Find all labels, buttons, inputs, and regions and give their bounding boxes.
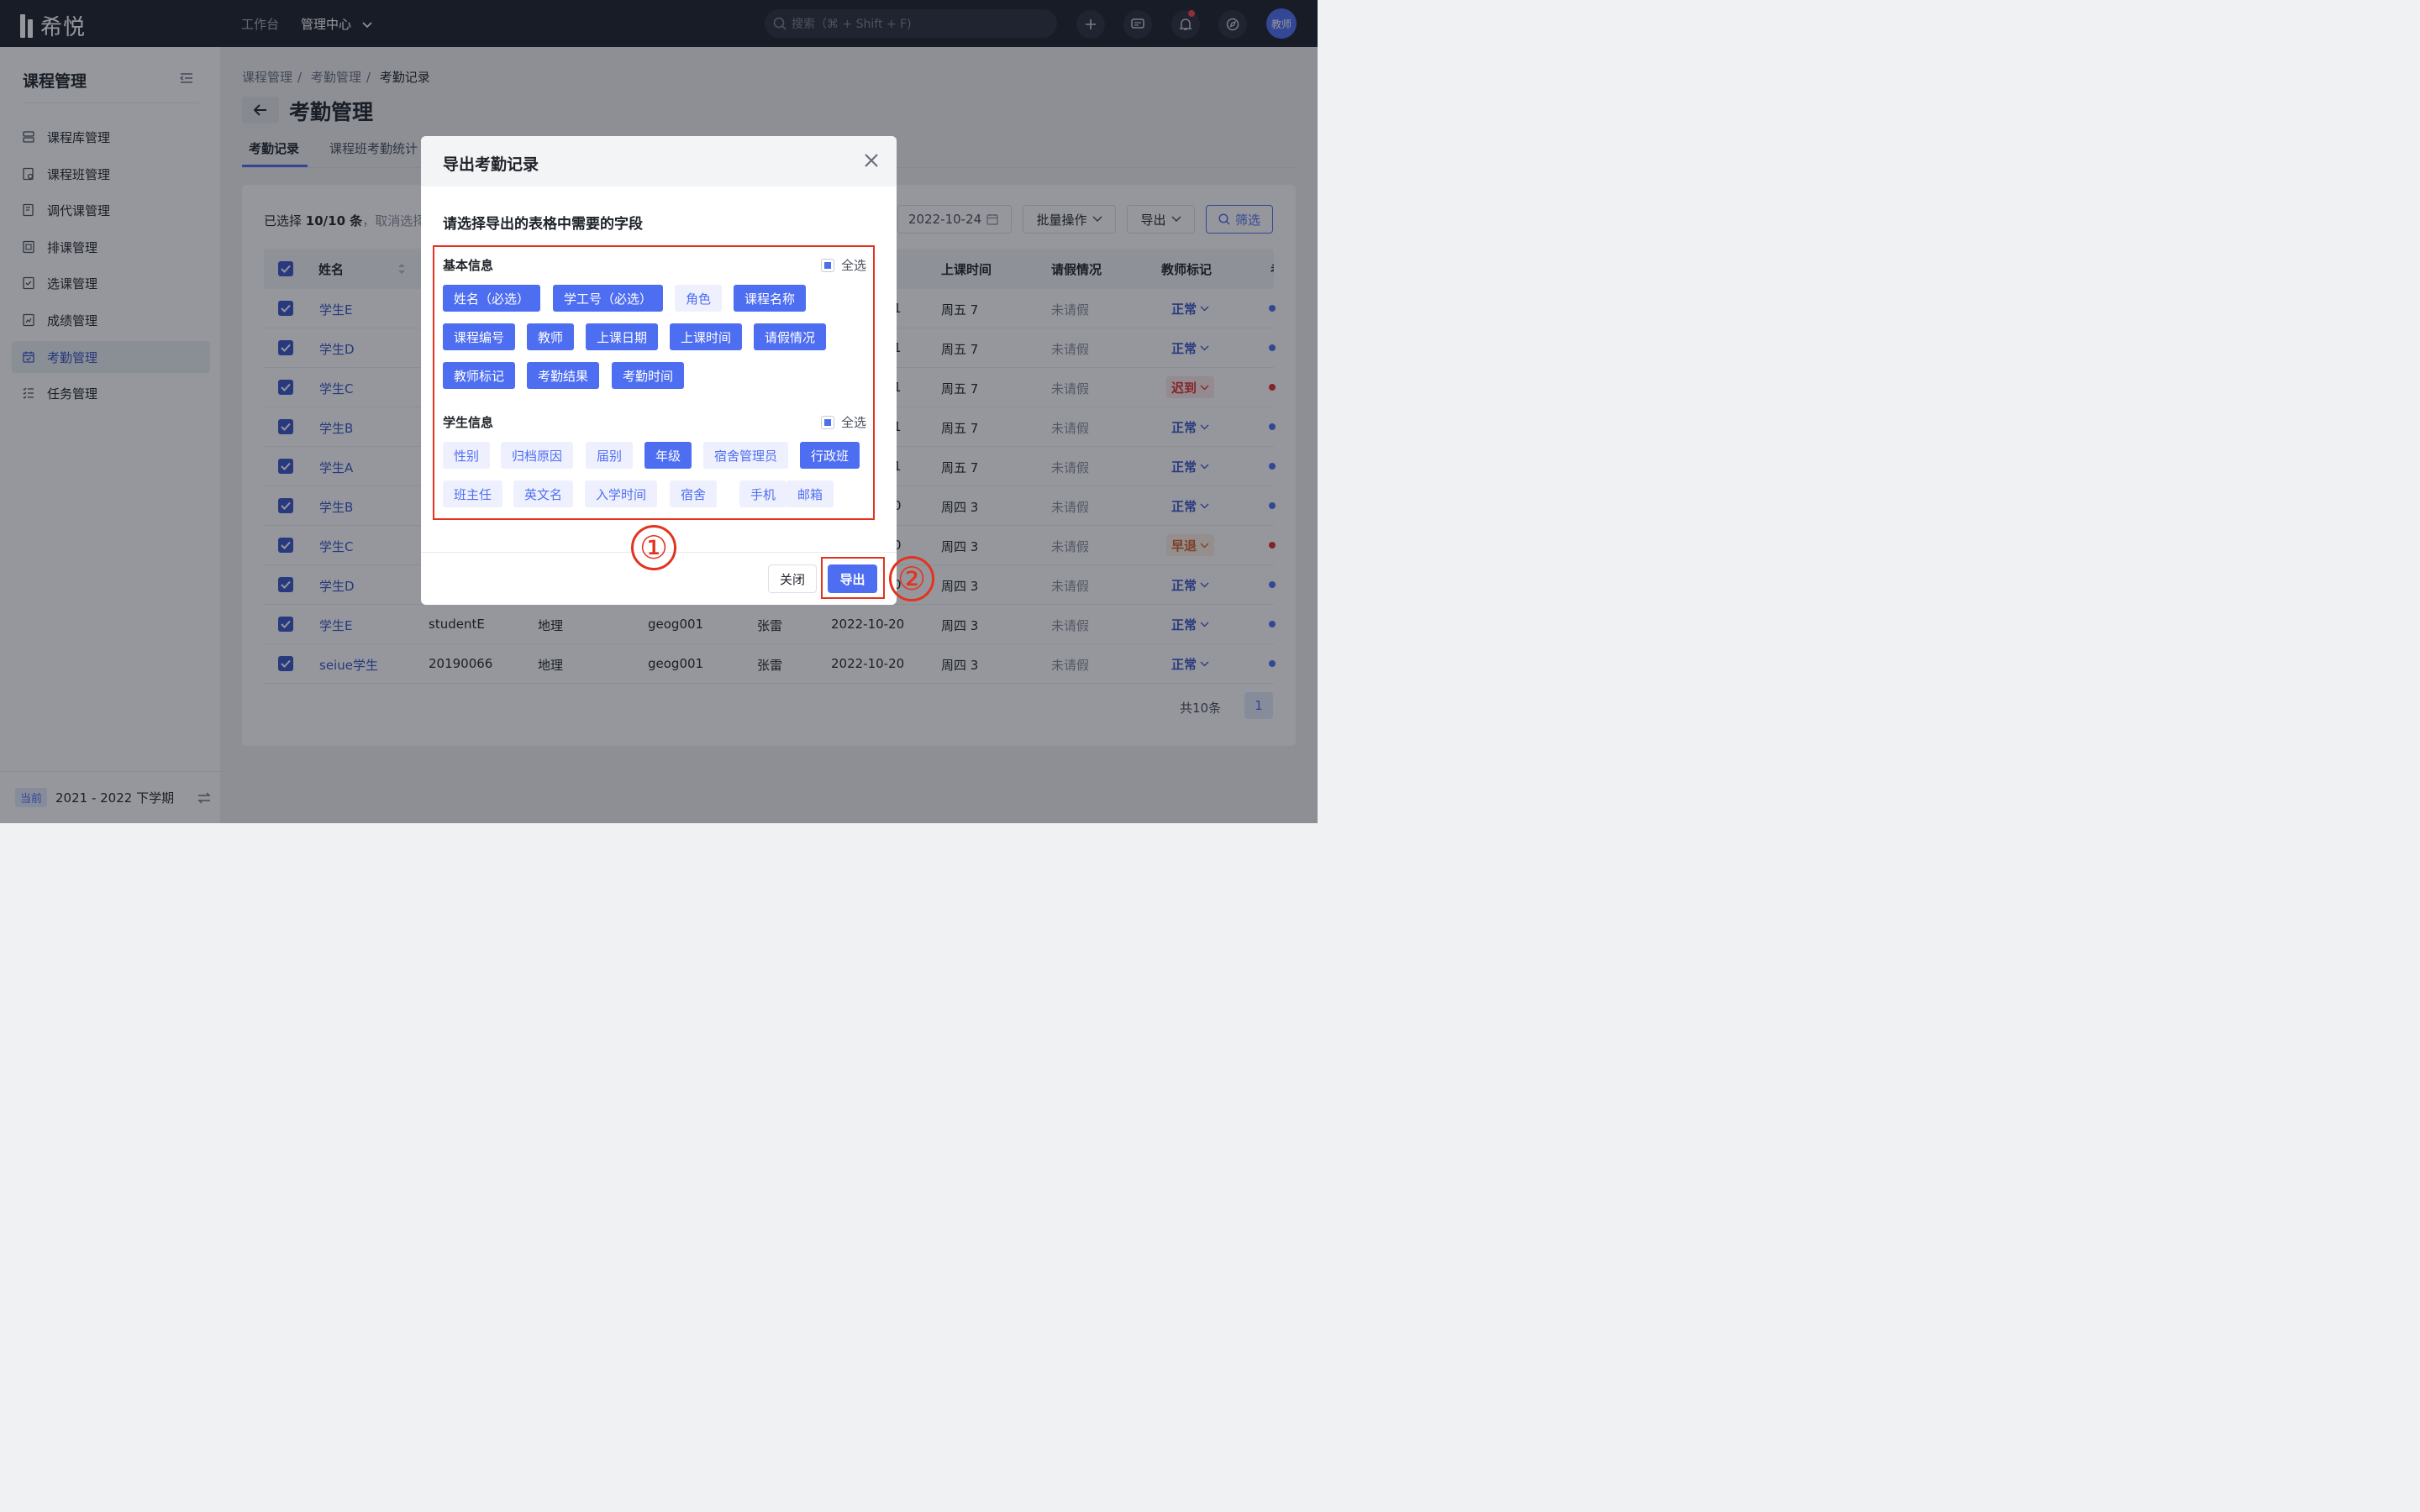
- dialog-subtitle: 请选择导出的表格中需要的字段: [443, 216, 643, 233]
- dialog-header: 导出考勤记录: [421, 136, 897, 186]
- annotation-highlight-fields: [433, 245, 875, 520]
- annotation-step-2: ②: [889, 556, 934, 601]
- dialog-close-button[interactable]: 关闭: [768, 564, 817, 593]
- annotation-highlight-export: [821, 557, 885, 599]
- close-icon[interactable]: [862, 151, 881, 170]
- annotation-step-1: ①: [631, 525, 676, 570]
- dialog-title: 导出考勤记录: [443, 155, 539, 174]
